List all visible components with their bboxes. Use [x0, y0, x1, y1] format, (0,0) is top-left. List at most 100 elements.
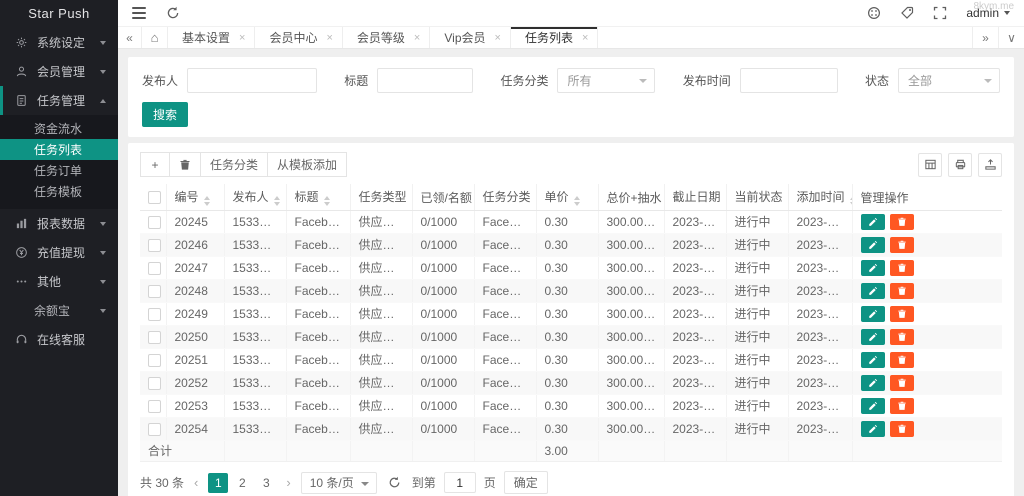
delete-button[interactable] [890, 237, 914, 253]
reload-table-icon[interactable] [388, 476, 401, 489]
total-empty-cell [474, 441, 536, 462]
edit-button[interactable] [861, 237, 885, 253]
cell-deadline: 2023-11-30 [664, 303, 726, 326]
cell-unit-price: 0.30 [536, 211, 598, 234]
page-button-1[interactable]: 1 [208, 473, 228, 493]
sort-icon[interactable] [574, 196, 580, 206]
edit-button[interactable] [861, 329, 885, 345]
sidebar-subitem-fund-flow[interactable]: 资金流水 [0, 118, 118, 139]
sidebar-item-system-settings[interactable]: 系统设定 [0, 28, 118, 57]
sidebar-subitem-task-templates[interactable]: 任务模板 [0, 181, 118, 202]
columns-filter-icon[interactable] [918, 153, 942, 177]
collapse-sidebar-icon[interactable] [132, 7, 146, 19]
close-icon[interactable]: × [326, 32, 332, 44]
sidebar-item-online-service[interactable]: 在线客服 [0, 325, 118, 354]
theme-palette-icon[interactable] [867, 6, 881, 20]
tab-member-center[interactable]: 会员中心× [255, 27, 342, 48]
row-checkbox[interactable] [148, 423, 161, 436]
delete-button[interactable] [890, 398, 914, 414]
select-all-checkbox[interactable] [148, 191, 161, 204]
close-icon[interactable]: × [414, 32, 420, 44]
row-checkbox[interactable] [148, 400, 161, 413]
category-select[interactable]: 所有 [557, 68, 655, 93]
per-page-select[interactable]: 10 条/页 [301, 472, 377, 494]
username: admin [966, 6, 999, 20]
delete-button[interactable] [890, 329, 914, 345]
delete-button[interactable] [890, 375, 914, 391]
goto-confirm-button[interactable]: 确定 [504, 471, 548, 494]
sidebar-item-report-data[interactable]: 报表数据 [0, 209, 118, 238]
cell-publisher: 153374536... [224, 280, 286, 303]
row-checkbox[interactable] [148, 285, 161, 298]
tab-member-level[interactable]: 会员等级× [343, 27, 430, 48]
sidebar-item-task-management[interactable]: 任务管理 [0, 86, 118, 115]
sidebar-subitem-task-orders[interactable]: 任务订单 [0, 160, 118, 181]
row-checkbox[interactable] [148, 377, 161, 390]
filter-status: 状态 全部 [865, 68, 1000, 93]
tab-vip-member[interactable]: Vip会员× [430, 27, 511, 48]
tag-icon[interactable] [900, 6, 914, 20]
add-task-button[interactable]: + [140, 152, 170, 177]
cell-added-time: 2023-10-1... [788, 234, 852, 257]
edit-button[interactable] [861, 421, 885, 437]
edit-button[interactable] [861, 352, 885, 368]
edit-button[interactable] [861, 214, 885, 230]
user-menu[interactable]: admin [966, 6, 1010, 20]
next-page-icon[interactable]: › [284, 475, 292, 490]
delete-selected-button[interactable] [169, 152, 201, 177]
scroll-tabs-right-icon[interactable]: » [972, 27, 998, 48]
goto-page-input[interactable] [444, 472, 476, 493]
add-from-template-button[interactable]: 从模板添加 [267, 152, 347, 177]
delete-button[interactable] [890, 306, 914, 322]
close-icon[interactable]: × [582, 32, 588, 44]
fullscreen-icon[interactable] [933, 6, 947, 20]
print-icon[interactable] [948, 153, 972, 177]
row-checkbox[interactable] [148, 331, 161, 344]
edit-button[interactable] [861, 306, 885, 322]
prev-page-icon[interactable]: ‹ [192, 475, 200, 490]
close-icon[interactable]: × [239, 32, 245, 44]
topbar-left [132, 6, 180, 20]
sort-icon[interactable] [324, 196, 330, 206]
publisher-input[interactable] [187, 68, 317, 93]
sort-icon[interactable] [274, 196, 280, 206]
home-tab-icon[interactable]: ⌂ [142, 27, 168, 48]
tab-task-list[interactable]: 任务列表× [511, 27, 598, 48]
row-checkbox[interactable] [148, 308, 161, 321]
cell-unit-price: 0.30 [536, 372, 598, 395]
task-table-panel: + 任务分类 从模板添加 [128, 143, 1014, 496]
tab-basic-settings[interactable]: 基本设置× [168, 27, 255, 48]
search-button[interactable]: 搜索 [142, 102, 188, 127]
refresh-icon[interactable] [166, 6, 180, 20]
edit-button[interactable] [861, 375, 885, 391]
row-checkbox[interactable] [148, 262, 161, 275]
page-button-2[interactable]: 2 [232, 473, 252, 493]
edit-button[interactable] [861, 260, 885, 276]
title-input[interactable] [377, 68, 473, 93]
row-checkbox[interactable] [148, 239, 161, 252]
status-select[interactable]: 全部 [898, 68, 1000, 93]
sidebar-subitem-task-list[interactable]: 任务列表 [0, 139, 118, 160]
export-icon[interactable] [978, 153, 1002, 177]
edit-button[interactable] [861, 283, 885, 299]
publish-time-input[interactable] [740, 68, 838, 93]
delete-button[interactable] [890, 260, 914, 276]
edit-button[interactable] [861, 398, 885, 414]
cell-claimed-quota: 0/1000 [412, 303, 474, 326]
task-category-button[interactable]: 任务分类 [200, 152, 268, 177]
sidebar-subitem-yuebao[interactable]: 余额宝 [0, 296, 118, 325]
row-checkbox[interactable] [148, 354, 161, 367]
close-icon[interactable]: × [495, 32, 501, 44]
scroll-tabs-left-icon[interactable]: « [118, 27, 142, 48]
sort-icon[interactable] [204, 196, 210, 206]
page-button-3[interactable]: 3 [256, 473, 276, 493]
sidebar-item-other[interactable]: 其他 [0, 267, 118, 296]
tab-options-icon[interactable]: ∨ [998, 27, 1024, 48]
sidebar-item-recharge-withdraw[interactable]: 充值提现 [0, 238, 118, 267]
delete-button[interactable] [890, 421, 914, 437]
sidebar-item-member-management[interactable]: 会员管理 [0, 57, 118, 86]
row-checkbox[interactable] [148, 216, 161, 229]
delete-button[interactable] [890, 214, 914, 230]
delete-button[interactable] [890, 283, 914, 299]
delete-button[interactable] [890, 352, 914, 368]
